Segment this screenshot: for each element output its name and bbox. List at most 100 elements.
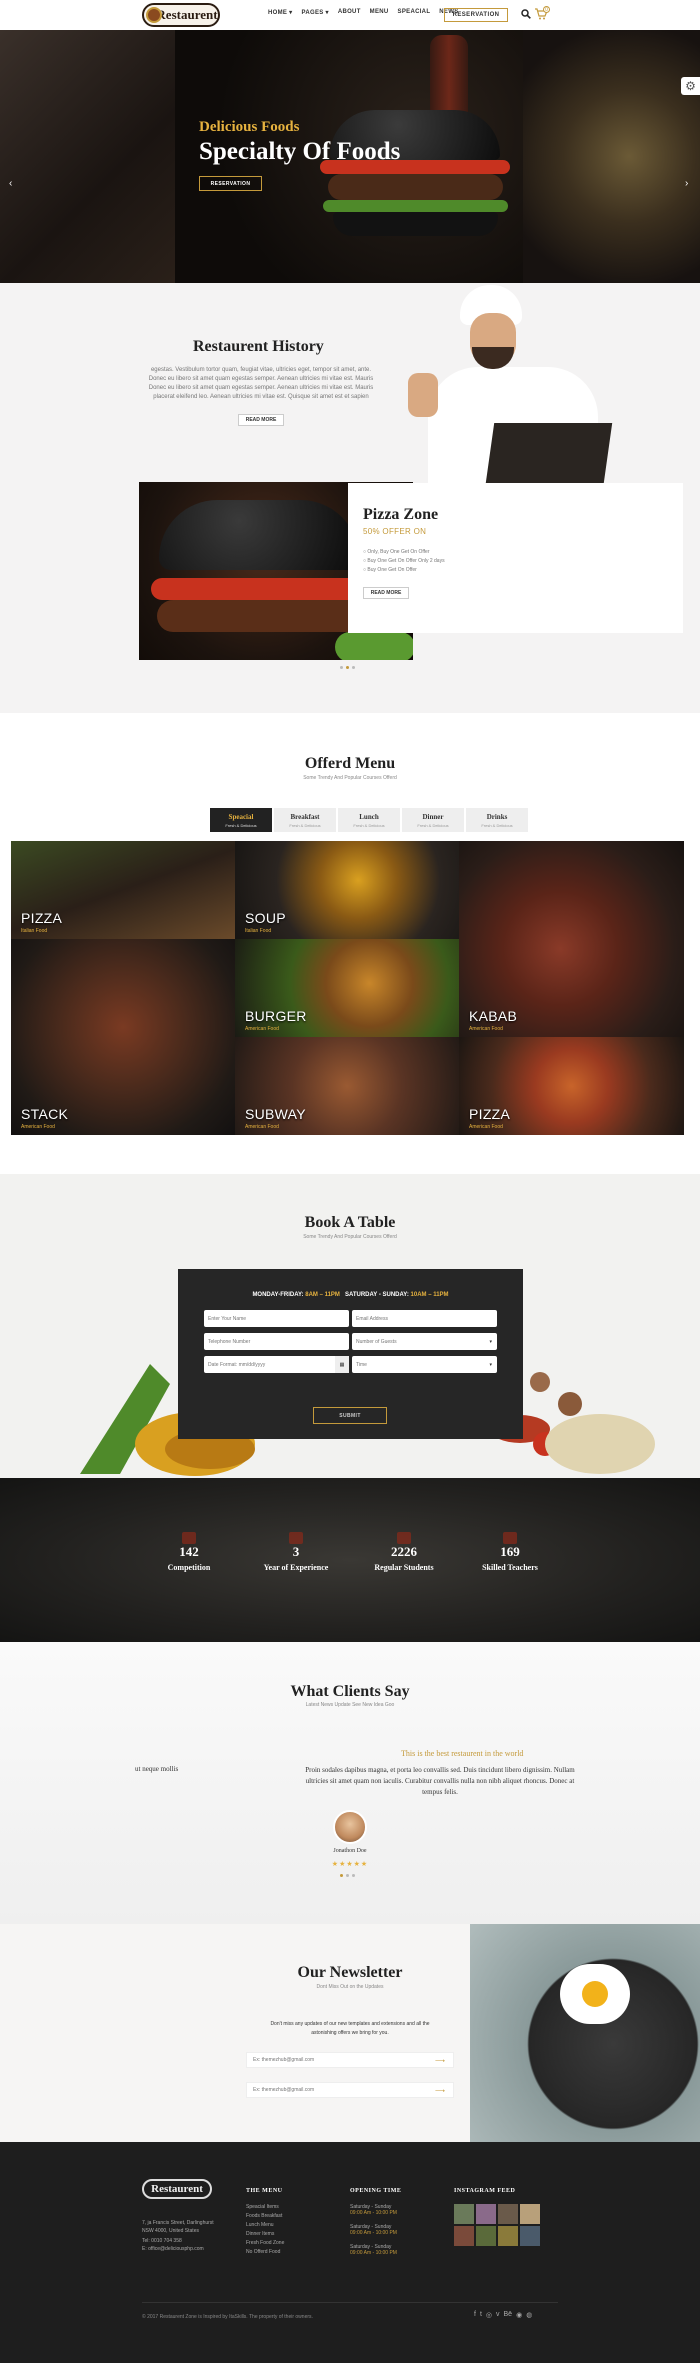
footer-menu-link[interactable]: Foods Breakfast	[246, 2213, 282, 2219]
date-field[interactable]: Date Format: mm/dd/yyyy ▦	[204, 1356, 349, 1373]
behance-icon[interactable]: Bē	[504, 2311, 513, 2319]
menu-grid: PIZZA Italian Food SOUP Italian Food KABAB…	[11, 841, 684, 1135]
testimonials-title: What Clients Say	[290, 1683, 410, 1700]
pizza-read-more-button[interactable]: READ MORE	[363, 587, 409, 599]
menu-item-pizza-2[interactable]: PIZZA American Food	[459, 1037, 684, 1135]
phone-field[interactable]: Telephone Number	[204, 1333, 349, 1350]
hero-bg-left	[0, 30, 175, 283]
menu-item-kabab[interactable]: KABAB American Food	[459, 841, 684, 1037]
menu-item-soup[interactable]: SOUP Italian Food	[235, 841, 459, 939]
menu-item-pizza[interactable]: PIZZA Italian Food	[11, 841, 235, 939]
gear-icon[interactable]: ⚙	[681, 77, 700, 95]
instagram-thumb[interactable]	[476, 2204, 496, 2224]
cart-count-badge: 0	[543, 6, 550, 13]
footer-time-item: Saturday - Sunday 09:00 Am - 10:00 PM	[350, 2244, 397, 2256]
nav-home[interactable]: HOME ▾	[268, 9, 292, 16]
newsletter-email-input[interactable]: Ex: themezhub@gmail.com ⟶	[246, 2052, 454, 2068]
offer-item: ○ Buy One Get On Offer Only 2 days	[363, 558, 445, 564]
search-icon[interactable]	[521, 9, 531, 19]
pizza-zone-offer: 50% OFFER ON	[363, 527, 427, 536]
tab-breakfast[interactable]: Breakfast Fresh & Delicious	[274, 808, 336, 832]
instagram-thumb[interactable]	[520, 2226, 540, 2246]
book-title: Book A Table	[304, 1214, 396, 1231]
history-title: Restaurent History	[193, 338, 324, 355]
hero-title: Specialty Of Foods	[199, 138, 401, 165]
users-icon	[397, 1532, 411, 1544]
counter-teachers: 169 Skilled Teachers	[465, 1532, 555, 1572]
calendar-icon[interactable]: ▦	[335, 1356, 349, 1373]
hero-subtitle: Delicious Foods	[199, 119, 300, 135]
slider-dots[interactable]	[340, 666, 355, 669]
guests-select[interactable]: Number of Guests ▾	[352, 1333, 497, 1350]
footer-menu-link[interactable]: Dinner Items	[246, 2231, 274, 2237]
teacher-icon	[503, 1532, 517, 1544]
instagram-icon[interactable]: ◎	[486, 2311, 492, 2319]
time-select[interactable]: Time ▾	[352, 1356, 497, 1373]
history-text: egestas. Vestibulum tortor quam, feugiat…	[148, 367, 374, 400]
dribbble-icon[interactable]: ◉	[516, 2311, 522, 2319]
menu-title: Offerd Menu	[304, 755, 396, 772]
instagram-thumb[interactable]	[454, 2226, 474, 2246]
newsletter-subtitle: Dont Miss Out on the Updates	[316, 1984, 384, 1990]
instagram-thumb[interactable]	[498, 2226, 518, 2246]
tab-speacial[interactable]: Speacial Fresh & Delicious	[210, 808, 272, 832]
footer-menu-link[interactable]: No Offerd Food	[246, 2249, 280, 2255]
footer-menu-link[interactable]: Speacial Items	[246, 2204, 279, 2210]
hero-reservation-button[interactable]: RESERVATION	[199, 176, 262, 191]
footer-menu-link[interactable]: Fresh Food Zone	[246, 2240, 284, 2246]
arrow-right-icon[interactable]: ⟶	[435, 2057, 445, 2065]
counters-section: 142 Competition 3 Year of Experience 2226 R…	[0, 1478, 700, 1642]
footer-logo[interactable]: Restaurent	[142, 2179, 212, 2199]
chevron-right-icon[interactable]: ›	[685, 178, 688, 189]
instagram-thumb[interactable]	[476, 2226, 496, 2246]
chevron-down-icon: ▾	[489, 1338, 492, 1345]
nav-pages[interactable]: PAGES ▾	[301, 9, 328, 16]
footer-time-heading: OPENING TIME	[350, 2188, 402, 2194]
footer-menu-heading: THE MENU	[246, 2188, 283, 2194]
nav-about[interactable]: ABOUT	[338, 9, 361, 16]
pizza-zone-title: Pizza Zone	[363, 506, 439, 523]
tab-lunch[interactable]: Lunch Fresh & Delicious	[338, 808, 400, 832]
footer-divider	[142, 2302, 558, 2303]
site-footer: Restaurent 7, ja Francis Street, Darling…	[0, 2142, 700, 2363]
main-nav: HOME ▾ PAGES ▾ ABOUT MENU SPEACIAL NEWS	[268, 9, 459, 16]
menu-section: Offerd Menu Some Trendy And Popular Cour…	[0, 713, 700, 1174]
chevron-left-icon[interactable]: ‹	[9, 178, 12, 189]
footer-menu-link[interactable]: Lunch Menu	[246, 2222, 274, 2228]
booking-form: MONDAY-FRIDAY: 8AM – 11PM SATURDAY - SUN…	[178, 1269, 523, 1439]
breakfast-plate-image	[470, 1924, 700, 2142]
testimonials-section: What Clients Say Latest News Update See …	[0, 1642, 700, 1924]
nav-speacial[interactable]: SPEACIAL	[398, 9, 431, 16]
tab-drinks[interactable]: Drinks Fresh & Delicious	[466, 808, 528, 832]
instagram-thumb[interactable]	[454, 2204, 474, 2224]
counter-students: 2226 Regular Students	[359, 1532, 449, 1572]
newsletter-email-input-2[interactable]: Ex: themezhub@gmail.com ⟶	[246, 2082, 454, 2098]
tab-dinner[interactable]: Dinner Fresh & Delicious	[402, 808, 464, 832]
name-field[interactable]: Enter Your Name	[204, 1310, 349, 1327]
facebook-icon[interactable]: f	[474, 2311, 476, 2319]
testimonial-dots[interactable]	[340, 1874, 355, 1877]
menu-item-burger[interactable]: BURGER American Food	[235, 939, 459, 1037]
footer-address-line: NSW 4000, United States	[142, 2228, 199, 2234]
email-field[interactable]: Email Address	[352, 1310, 497, 1327]
reservation-button[interactable]: RESERVATION	[444, 8, 508, 22]
nav-menu[interactable]: MENU	[370, 9, 389, 16]
twitter-icon[interactable]: t	[480, 2311, 482, 2319]
hero-bg-right	[523, 30, 700, 283]
history-read-more-button[interactable]: READ MORE	[238, 414, 284, 426]
instagram-thumb[interactable]	[498, 2204, 518, 2224]
arrow-right-icon[interactable]: ⟶	[435, 2087, 445, 2095]
submit-button[interactable]: SUBMIT	[313, 1407, 387, 1424]
instagram-thumb[interactable]	[520, 2204, 540, 2224]
counter-competition: 142 Competition	[144, 1532, 234, 1572]
menu-item-stack[interactable]: STACK American Food	[11, 939, 235, 1135]
counter-experience: 3 Year of Experience	[251, 1532, 341, 1572]
book-table-section: Book A Table Some Trendy And Popular Cou…	[0, 1174, 700, 1478]
github-icon[interactable]: ◍	[526, 2311, 532, 2319]
site-logo[interactable]: Restaurent	[142, 3, 220, 27]
footer-time-item: Saturday - Sunday 09:00 Am - 10:00 PM	[350, 2224, 397, 2236]
vimeo-icon[interactable]: v	[496, 2311, 500, 2319]
footer-time-item: Saturday - Sunday 09:00 Am - 10:00 PM	[350, 2204, 397, 2216]
menu-item-subway[interactable]: SUBWAY American Food	[235, 1037, 459, 1135]
hero-burger-image	[320, 110, 510, 236]
